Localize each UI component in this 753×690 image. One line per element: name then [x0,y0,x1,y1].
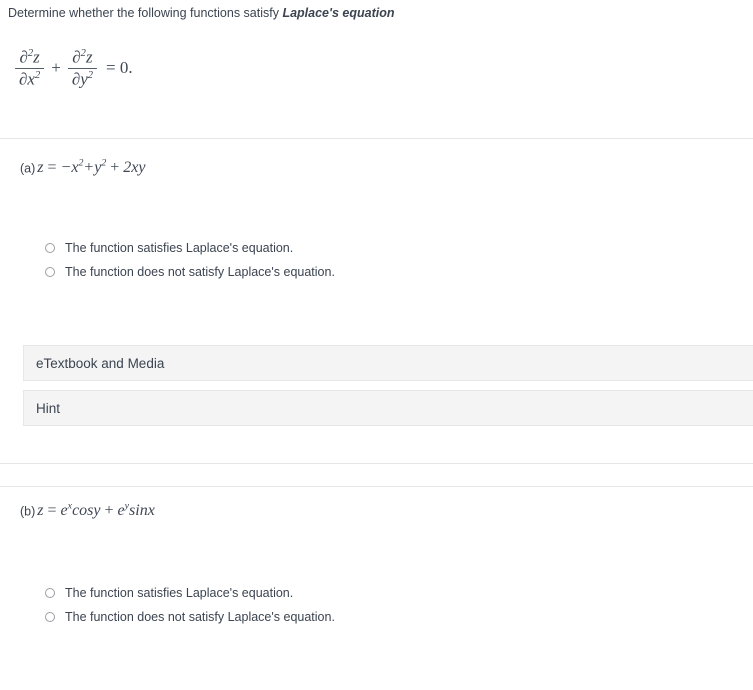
denominator-order-sup: 2 [34,69,41,81]
section-divider-middle-upper [0,463,753,464]
plus-operator: + [51,58,61,77]
section-divider-middle-lower [0,486,753,487]
numerator-variable: z [33,47,40,67]
part-b-options: The function satisfies Laplace's equatio… [45,581,335,629]
option-label: The function satisfies Laplace's equatio… [65,586,294,600]
option-label: The function satisfies Laplace's equatio… [65,241,294,255]
etextbook-and-media-label: eTextbook and Media [36,355,165,371]
denominator-order-sup: 2 [87,69,94,81]
laplace-equation-display: ∂2z ∂x2 + ∂2z ∂y2 = 0. [14,48,133,88]
fraction-d2z-dx2: ∂2z ∂x2 [15,48,45,89]
option-label: The function does not satisfy Laplace's … [65,610,335,624]
etextbook-and-media-panel[interactable]: eTextbook and Media [23,345,753,381]
hint-label: Hint [36,400,61,416]
radio-icon[interactable] [45,612,55,622]
fraction-denominator: ∂y2 [68,69,97,89]
part-b-equation: (b) z = excosy + eysinx [20,501,155,520]
prompt-emphasis-text: Laplace's equation [282,6,395,20]
partial-symbol: ∂ [72,47,81,67]
option-label: The function does not satisfy Laplace's … [65,265,335,279]
question-prompt: Determine whether the following function… [8,5,394,22]
part-b-expression: z = excosy + eysinx [37,501,155,520]
part-a-options: The function satisfies Laplace's equatio… [45,236,335,284]
part-a-option-does-not-satisfy[interactable]: The function does not satisfy Laplace's … [45,260,335,284]
radio-icon[interactable] [45,243,55,253]
part-a-option-satisfies[interactable]: The function satisfies Laplace's equatio… [45,236,335,260]
fraction-numerator: ∂2z [68,48,96,68]
section-divider-top [0,138,753,139]
hint-panel[interactable]: Hint [23,390,753,426]
radio-icon[interactable] [45,588,55,598]
fraction-denominator: ∂x2 [15,69,44,89]
part-a-equation: (a) z = −x2+y2 + 2xy [20,158,146,177]
fraction-numerator: ∂2z [15,48,43,68]
part-b-option-does-not-satisfy[interactable]: The function does not satisfy Laplace's … [45,605,335,629]
part-a-expression: z = −x2+y2 + 2xy [37,158,146,177]
numerator-variable: z [85,47,93,67]
equals-zero-text: = 0. [106,58,133,77]
partial-symbol: ∂ [19,47,28,67]
part-a-label: (a) [20,161,36,176]
partial-symbol: ∂ [71,69,81,89]
radio-icon[interactable] [45,267,55,277]
denominator-variable: x [27,69,35,89]
denominator-variable: y [80,69,88,89]
fraction-d2z-dy2: ∂2z ∂y2 [67,48,98,89]
prompt-lead-text: Determine whether the following function… [8,6,283,20]
part-b-label: (b) [20,504,36,519]
part-b-option-satisfies[interactable]: The function satisfies Laplace's equatio… [45,581,335,605]
question-page: Determine whether the following function… [0,0,753,690]
